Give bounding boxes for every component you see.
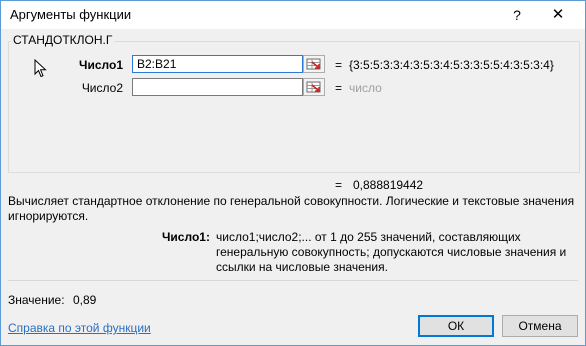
close-button[interactable]: ✕: [547, 5, 569, 25]
function-help-link[interactable]: Справка по этой функции: [8, 321, 151, 335]
formula-result-value: 0,888819442: [353, 178, 424, 192]
arg2-value: число: [349, 81, 382, 95]
function-name: СТАНДОТКЛОН.Г: [11, 33, 115, 47]
function-arguments-dialog: Аргументы функции ? ✕ СТАНДОТКЛОН.Г Числ…: [0, 0, 586, 346]
arg2-collapse-button[interactable]: [303, 78, 325, 96]
arg2-equals: =: [335, 81, 343, 95]
divider: [8, 280, 578, 281]
cancel-button[interactable]: Отмена: [502, 315, 578, 337]
param-help-label: Число1:: [162, 230, 210, 244]
value-label: Значение:: [8, 293, 65, 307]
title-bar[interactable]: Аргументы функции ? ✕: [1, 1, 585, 29]
mouse-cursor-icon: [34, 59, 47, 78]
arg1-equals: =: [335, 58, 343, 72]
formula-result-equals: =: [335, 178, 343, 192]
range-select-icon: [306, 81, 321, 93]
value-result: 0,89: [73, 293, 97, 307]
ok-button[interactable]: ОК: [418, 315, 494, 337]
arg1-label: Число1: [79, 58, 123, 72]
arg1-input[interactable]: B2:B21: [132, 55, 303, 73]
function-description: Вычисляет стандартное отклонение по гене…: [8, 194, 575, 223]
window-title: Аргументы функции: [10, 7, 132, 22]
param-help-text: число1;число2;... от 1 до 255 значений, …: [216, 230, 567, 274]
arg2-label: Число2: [81, 81, 123, 95]
arg1-value: {3:5:5:3:3:4:3:5:3:4:5:3:3:5:5:4:3:5:3:4…: [349, 58, 554, 72]
help-button[interactable]: ?: [507, 5, 527, 25]
arg2-input[interactable]: [132, 78, 303, 96]
range-select-icon: [306, 58, 321, 70]
arg1-collapse-button[interactable]: [303, 55, 325, 73]
